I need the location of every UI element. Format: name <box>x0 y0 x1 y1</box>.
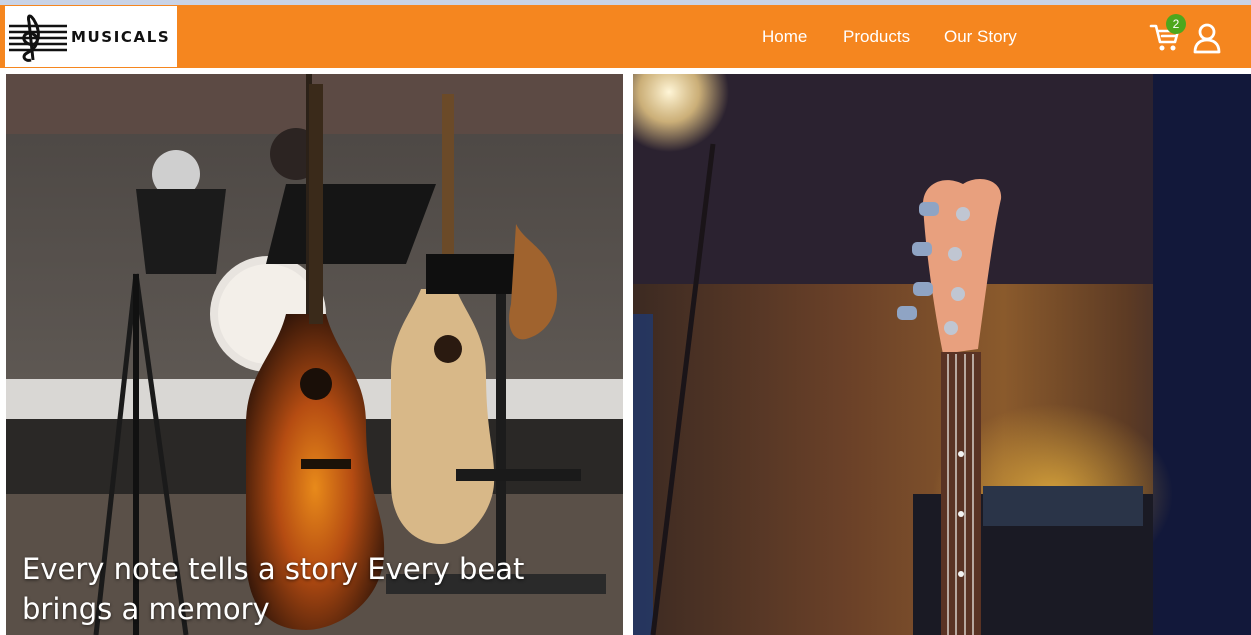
logo[interactable]: MUSICALS <box>5 6 177 67</box>
nav-our-story-link[interactable]: Our Story <box>944 27 1017 47</box>
account-button[interactable] <box>1191 22 1223 54</box>
hero-image-left: Every note tells a story Every beat brin… <box>6 74 623 635</box>
nav-products-link[interactable]: Products <box>843 27 910 47</box>
hero-image-right <box>633 74 1251 635</box>
site-header: MUSICALS Home Products Our Story 2 <box>0 5 1251 68</box>
treble-clef-icon <box>9 14 67 62</box>
hero-caption: Every note tells a story Every beat brin… <box>22 552 525 626</box>
brand-name: MUSICALS <box>71 27 171 46</box>
cart-count-badge: 2 <box>1166 14 1186 34</box>
user-icon <box>1193 23 1221 54</box>
bass-guitar-photo <box>633 74 1251 635</box>
nav-home-link[interactable]: Home <box>762 27 807 47</box>
